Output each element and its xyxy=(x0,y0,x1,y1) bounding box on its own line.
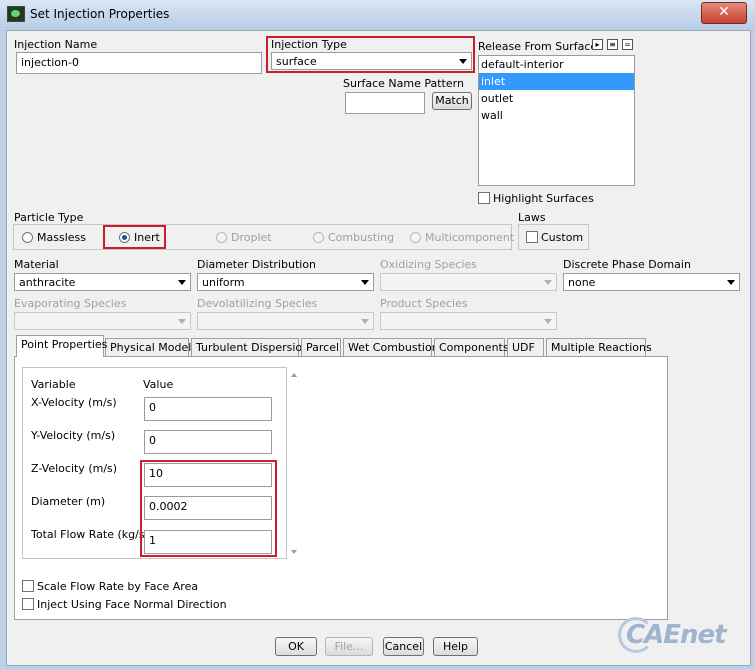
key-values-highlight xyxy=(140,460,277,557)
product-species-select[interactable] xyxy=(380,312,557,330)
material-label: Material xyxy=(14,258,59,271)
scale-flow-checkbox[interactable] xyxy=(22,580,34,592)
massless-label: Massless xyxy=(37,231,86,244)
surface-pattern-input[interactable] xyxy=(345,92,425,114)
radio-droplet[interactable] xyxy=(216,232,227,243)
inject-normal-label: Inject Using Face Normal Direction xyxy=(37,598,227,611)
radio-massless[interactable] xyxy=(22,232,33,243)
material-select[interactable]: anthracite xyxy=(14,273,191,291)
scroll-down-icon[interactable] xyxy=(291,550,297,554)
y-velocity-label: Y-Velocity (m/s) xyxy=(31,429,116,442)
tab-multiple-reactions[interactable]: Multiple Reactions xyxy=(546,338,652,356)
help-button[interactable]: Help xyxy=(433,637,478,656)
evaporating-species-select[interactable] xyxy=(14,312,191,330)
cancel-button[interactable]: Cancel xyxy=(383,637,424,656)
inert-highlight xyxy=(103,225,166,249)
list-item[interactable]: wall xyxy=(479,107,634,124)
laws-label: Laws xyxy=(518,211,546,224)
devolatilizing-species-select[interactable] xyxy=(197,312,374,330)
release-surfaces-list[interactable]: default-interior inlet outlet wall xyxy=(478,55,635,186)
custom-checkbox[interactable] xyxy=(526,231,538,243)
chevron-down-icon xyxy=(361,319,369,324)
surface-pattern-label: Surface Name Pattern xyxy=(343,77,464,90)
highlight-surfaces-label: Highlight Surfaces xyxy=(493,192,594,205)
app-icon xyxy=(7,6,25,22)
chevron-down-icon xyxy=(727,280,735,285)
list-item[interactable]: default-interior xyxy=(479,56,634,73)
window-title: Set Injection Properties xyxy=(30,7,170,21)
injection-name-label: Injection Name xyxy=(14,38,98,51)
value-header: Value xyxy=(143,378,174,391)
variable-header: Variable xyxy=(31,378,76,391)
tab-parcel[interactable]: Parcel xyxy=(301,338,341,356)
chevron-down-icon xyxy=(178,280,186,285)
discrete-phase-domain-value: none xyxy=(568,276,596,289)
particle-type-label: Particle Type xyxy=(14,211,84,224)
evaporating-species-label: Evaporating Species xyxy=(14,297,127,310)
chevron-down-icon xyxy=(361,280,369,285)
diameter-label: Diameter (m) xyxy=(31,495,106,508)
discrete-phase-domain-select[interactable]: none xyxy=(563,273,740,291)
y-velocity-input[interactable]: 0 xyxy=(144,430,272,454)
diameter-distribution-value: uniform xyxy=(202,276,245,289)
discrete-phase-domain-label: Discrete Phase Domain xyxy=(563,258,691,271)
z-velocity-label: Z-Velocity (m/s) xyxy=(31,462,118,475)
chevron-down-icon xyxy=(178,319,186,324)
highlight-surfaces-checkbox[interactable] xyxy=(478,192,490,204)
material-value: anthracite xyxy=(19,276,76,289)
tab-turbulent-dispersion[interactable]: Turbulent Dispersion xyxy=(191,338,309,356)
x-velocity-input[interactable]: 0 xyxy=(144,397,272,421)
ok-button[interactable]: OK xyxy=(275,637,317,656)
chevron-down-icon xyxy=(544,280,552,285)
release-surfaces-label: Release From Surfaces xyxy=(478,40,603,53)
deselect-all-icon[interactable]: = xyxy=(622,39,633,50)
file-button[interactable]: File... xyxy=(325,637,373,656)
injection-type-highlight xyxy=(266,36,475,73)
list-item[interactable]: inlet xyxy=(479,73,634,90)
tab-wet-combustion[interactable]: Wet Combustion xyxy=(343,338,439,356)
tab-physical-models[interactable]: Physical Models xyxy=(105,338,197,356)
product-species-label: Product Species xyxy=(380,297,468,310)
droplet-label: Droplet xyxy=(231,231,272,244)
diameter-distribution-select[interactable]: uniform xyxy=(197,273,374,291)
tab-components[interactable]: Components xyxy=(434,338,509,356)
match-button[interactable]: Match xyxy=(432,92,472,110)
diameter-distribution-label: Diameter Distribution xyxy=(197,258,317,271)
tab-udf[interactable]: UDF xyxy=(507,338,544,356)
radio-combusting[interactable] xyxy=(313,232,324,243)
list-item[interactable]: outlet xyxy=(479,90,634,107)
radio-multicomponent[interactable] xyxy=(410,232,421,243)
oxidizing-species-select[interactable] xyxy=(380,273,557,291)
total-flow-rate-label: Total Flow Rate (kg/s) xyxy=(31,528,149,541)
scale-flow-label: Scale Flow Rate by Face Area xyxy=(37,580,199,593)
custom-label: Custom xyxy=(541,231,584,244)
injection-name-input[interactable]: injection-0 xyxy=(16,52,262,74)
inject-normal-checkbox[interactable] xyxy=(22,598,34,610)
close-button[interactable]: ✕ xyxy=(701,2,747,24)
multicomponent-label: Multicomponent xyxy=(425,231,515,244)
list-icon[interactable]: ≡ xyxy=(607,39,618,50)
watermark: CAEnet xyxy=(626,620,727,650)
oxidizing-species-label: Oxidizing Species xyxy=(380,258,477,271)
combusting-label: Combusting xyxy=(328,231,395,244)
select-all-icon[interactable]: ▸ xyxy=(592,39,603,50)
chevron-down-icon xyxy=(544,319,552,324)
devolatilizing-species-label: Devolatilizing Species xyxy=(197,297,318,310)
x-velocity-label: X-Velocity (m/s) xyxy=(31,396,117,409)
tab-point-properties[interactable]: Point Properties xyxy=(16,335,107,357)
title-bar[interactable]: Set Injection Properties ✕ xyxy=(0,0,755,28)
scroll-up-icon[interactable] xyxy=(291,373,297,377)
